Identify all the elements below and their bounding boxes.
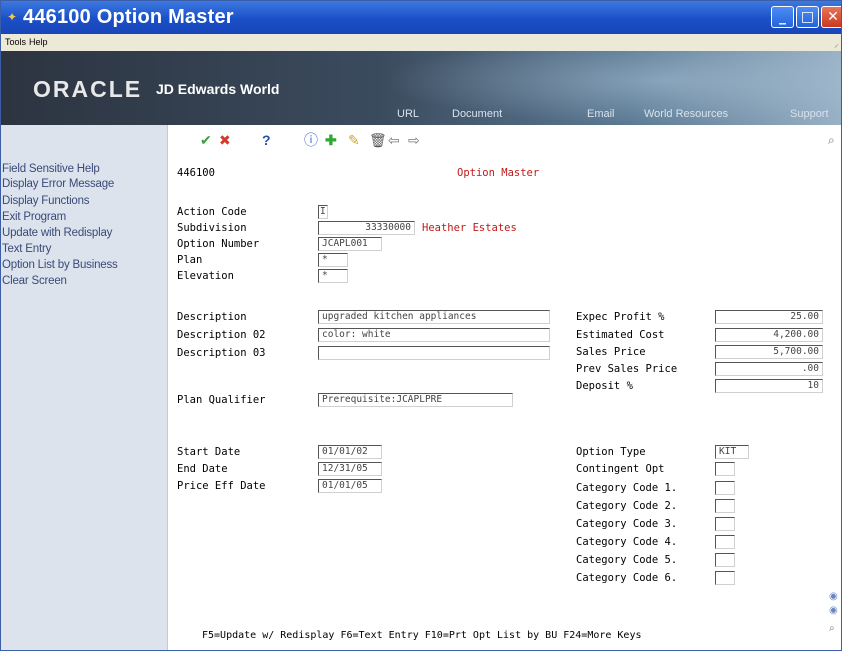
- option-type-label: Option Type: [576, 446, 646, 458]
- function-keys-bar: F5=Update w/ Redisplay F6=Text Entry F10…: [202, 630, 642, 641]
- elevation-label: Elevation: [177, 270, 234, 282]
- application-window: ✦ 446100 Option Master _ □ ✕ Tools Help …: [0, 0, 842, 651]
- description02-label: Description 02: [177, 329, 266, 341]
- start-date-label: Start Date: [177, 446, 241, 458]
- estimated-cost-label: Estimated Cost: [576, 329, 665, 341]
- menu-field-sensitive-help[interactable]: Field Sensitive Help: [2, 163, 100, 176]
- contingent-opt-label: Contingent Opt: [576, 463, 665, 475]
- plan-field[interactable]: *: [318, 253, 348, 267]
- form-title: Option Master: [457, 167, 540, 179]
- title-bar: ✦ 446100 Option Master _ □ ✕: [1, 1, 841, 34]
- link-world-resources[interactable]: World Resources: [644, 108, 728, 120]
- close-button[interactable]: ✕: [821, 6, 841, 28]
- zoom-icon[interactable]: ⌕: [829, 623, 835, 634]
- description-field[interactable]: upgraded kitchen appliances: [318, 310, 550, 324]
- edit-icon[interactable]: ✎: [348, 133, 360, 147]
- description03-label: Description 03: [177, 347, 266, 359]
- minimize-button[interactable]: _: [771, 6, 794, 28]
- price-eff-date-label: Price Eff Date: [177, 480, 266, 492]
- subdivision-field[interactable]: 33330000: [318, 221, 415, 235]
- search-icon[interactable]: ⌕: [828, 133, 835, 147]
- oracle-logo: ORACLE: [33, 76, 143, 102]
- menu-option-list-by-business[interactable]: Option List by Business: [2, 259, 118, 272]
- category-code-6-label: Category Code 6.: [576, 572, 678, 584]
- category-code-5-label: Category Code 5.: [576, 554, 678, 566]
- sales-price-field[interactable]: 5,700.00: [715, 345, 823, 359]
- resize-grip-icon: ⸝: [834, 39, 839, 50]
- menu-text-entry[interactable]: Text Entry: [2, 243, 51, 256]
- menu-tools[interactable]: Tools: [5, 37, 26, 47]
- product-name: JD Edwards World: [156, 81, 280, 97]
- elevation-field[interactable]: *: [318, 269, 348, 283]
- function-menu: Field Sensitive Help Display Error Messa…: [1, 133, 167, 650]
- link-support[interactable]: Support: [790, 108, 829, 120]
- estimated-cost-field[interactable]: 4,200.00: [715, 328, 823, 342]
- add-icon[interactable]: ✚: [325, 133, 337, 147]
- category-code-3-field[interactable]: [715, 517, 735, 531]
- expec-profit-label: Expec Profit %: [576, 311, 665, 323]
- option-number-field[interactable]: JCAPL001: [318, 237, 382, 251]
- link-url[interactable]: URL: [397, 108, 419, 120]
- description02-field[interactable]: color: white: [318, 328, 550, 342]
- menu-help[interactable]: Help: [29, 37, 48, 47]
- category-code-6-field[interactable]: [715, 571, 735, 585]
- category-code-2-label: Category Code 2.: [576, 500, 678, 512]
- menu-display-error-message[interactable]: Display Error Message: [2, 178, 114, 191]
- description-label: Description: [177, 311, 247, 323]
- prev-sales-price-label: Prev Sales Price: [576, 363, 678, 375]
- prev-icon[interactable]: ⇦: [388, 133, 400, 147]
- end-date-field[interactable]: 12/31/05: [318, 462, 382, 476]
- scroll-up-icon[interactable]: ◉: [829, 591, 838, 602]
- link-document[interactable]: Document: [452, 108, 502, 120]
- info-icon[interactable]: ⓘ: [304, 133, 318, 147]
- category-code-4-label: Category Code 4.: [576, 536, 678, 548]
- program-id: 446100: [177, 167, 215, 179]
- link-email[interactable]: Email: [587, 108, 615, 120]
- category-code-2-field[interactable]: [715, 499, 735, 513]
- action-code-label: Action Code: [177, 206, 247, 218]
- subdivision-name: Heather Estates: [422, 222, 517, 234]
- option-type-field[interactable]: KIT: [715, 445, 749, 459]
- option-number-label: Option Number: [177, 238, 260, 250]
- cancel-icon[interactable]: ✖: [219, 133, 231, 147]
- plan-qualifier-label: Plan Qualifier: [177, 394, 266, 406]
- sales-price-label: Sales Price: [576, 346, 646, 358]
- start-date-field[interactable]: 01/01/02: [318, 445, 382, 459]
- category-code-1-field[interactable]: [715, 481, 735, 495]
- deposit-field[interactable]: 10: [715, 379, 823, 393]
- menu-bar: Tools Help ⸝: [1, 34, 841, 52]
- menu-exit-program[interactable]: Exit Program: [2, 211, 66, 224]
- category-code-1-label: Category Code 1.: [576, 482, 678, 494]
- description03-field[interactable]: [318, 346, 550, 360]
- help-icon[interactable]: ?: [262, 133, 271, 147]
- next-icon[interactable]: ⇨: [408, 133, 420, 147]
- banner: ORACLE JD Edwards World URL Document Ema…: [1, 51, 841, 125]
- category-code-5-field[interactable]: [715, 553, 735, 567]
- menu-update-with-redisplay[interactable]: Update with Redisplay: [2, 227, 112, 240]
- window-title: 446100 Option Master: [23, 6, 234, 28]
- menu-clear-screen[interactable]: Clear Screen: [2, 275, 67, 288]
- price-eff-date-field[interactable]: 01/01/05: [318, 479, 382, 493]
- form-toolbar: ✔ ✖ ? ⓘ ✚ ✎ 🗑 ⇦ ⇨ ⌕: [168, 125, 841, 153]
- menu-display-functions[interactable]: Display Functions: [2, 195, 90, 208]
- expec-profit-field[interactable]: 25.00: [715, 310, 823, 324]
- form-area: ✔ ✖ ? ⓘ ✚ ✎ 🗑 ⇦ ⇨ ⌕ 446100 Option Master…: [167, 125, 841, 650]
- category-code-4-field[interactable]: [715, 535, 735, 549]
- plan-label: Plan: [177, 254, 203, 266]
- plan-qualifier-field[interactable]: Prerequisite:JCAPLPRE: [318, 393, 513, 407]
- subdivision-label: Subdivision: [177, 222, 247, 234]
- maximize-button[interactable]: □: [796, 6, 819, 28]
- delete-icon[interactable]: 🗑: [369, 133, 387, 147]
- action-code-field[interactable]: I: [318, 205, 328, 219]
- check-icon[interactable]: ✔: [200, 133, 212, 147]
- category-code-3-label: Category Code 3.: [576, 518, 678, 530]
- app-icon: ✦: [7, 10, 18, 24]
- end-date-label: End Date: [177, 463, 228, 475]
- prev-sales-price-field[interactable]: .00: [715, 362, 823, 376]
- scroll-down-icon[interactable]: ◉: [829, 605, 838, 616]
- contingent-opt-field[interactable]: [715, 462, 735, 476]
- deposit-label: Deposit %: [576, 380, 633, 392]
